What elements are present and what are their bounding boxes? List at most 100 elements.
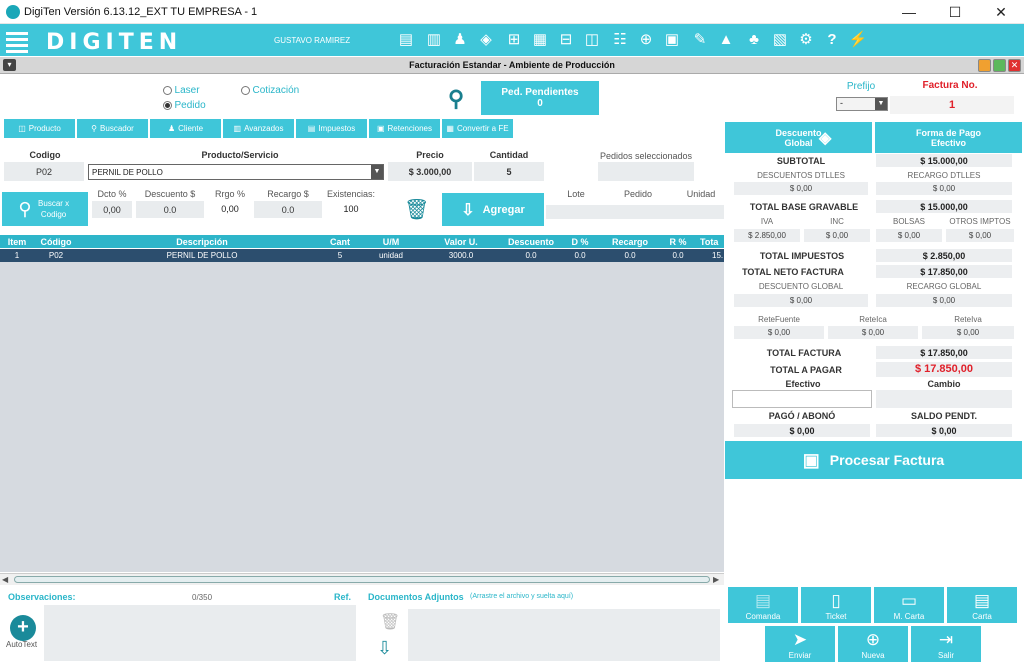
impuestos-button[interactable]: ▤ Impuestos bbox=[296, 119, 367, 138]
retenciones-button[interactable]: ▣ Retenciones bbox=[369, 119, 440, 138]
radio-pedido[interactable]: Pedido bbox=[163, 100, 206, 111]
enviar-button[interactable]: ➤ Enviar bbox=[765, 626, 835, 662]
cell-recargo: 0.0 bbox=[624, 251, 636, 260]
producto-value: PERNIL DE POLLO bbox=[92, 168, 163, 177]
comanda-label: Comanda bbox=[745, 612, 781, 621]
radio-laser[interactable]: Laser bbox=[163, 85, 200, 96]
minimize-button[interactable]: — bbox=[886, 0, 932, 24]
box-icon[interactable]: ◫ bbox=[582, 30, 602, 50]
cantidad-input[interactable]: 5 bbox=[474, 162, 544, 181]
procesar-factura-button[interactable]: ▣ Procesar Factura bbox=[725, 441, 1022, 479]
subtotal-value: $ 15.000,00 bbox=[876, 154, 1012, 167]
factura-label: Factura No. bbox=[922, 80, 978, 91]
avanzados-button[interactable]: ▥ Avanzados bbox=[223, 119, 294, 138]
comanda-button[interactable]: ▤ Comanda bbox=[728, 587, 798, 623]
add-document-icon[interactable]: ⊕ bbox=[636, 30, 656, 50]
cash-register-icon[interactable]: ▤ bbox=[396, 30, 416, 50]
trash-icon[interactable]: 🗑 bbox=[404, 197, 429, 221]
scrollbar-thumb[interactable] bbox=[14, 576, 710, 583]
descuento-input[interactable]: 0.0 bbox=[136, 201, 204, 218]
col-codigo: Código bbox=[40, 237, 72, 247]
trash-icon[interactable]: 🗑 bbox=[380, 612, 400, 632]
form-close-button[interactable]: ✕ bbox=[1008, 59, 1021, 72]
reteica-value: $ 0,00 bbox=[828, 326, 918, 339]
cliente-button[interactable]: ♟ Cliente bbox=[150, 119, 221, 138]
exit-icon: ⇥ bbox=[938, 630, 954, 649]
tag-percent-icon: ◈ bbox=[819, 130, 832, 147]
neto-factura-value: $ 17.850,00 bbox=[876, 265, 1012, 278]
buscar-codigo-label: Buscar x Codigo bbox=[38, 199, 70, 219]
scroll-right-icon[interactable]: ▶ bbox=[713, 575, 719, 584]
search-icon[interactable]: ⚲ bbox=[436, 85, 476, 113]
documentos-label: Documentos Adjuntos bbox=[368, 592, 464, 602]
tag-icon[interactable]: ◈ bbox=[476, 30, 496, 50]
ticket-button[interactable]: ▯ Ticket bbox=[801, 587, 871, 623]
chart-icon[interactable]: ▲ bbox=[716, 30, 736, 50]
efectivo-input[interactable] bbox=[732, 390, 872, 408]
col-total: Tota bbox=[700, 237, 719, 247]
recargo-input[interactable]: 0.0 bbox=[254, 201, 322, 218]
product-icon[interactable]: ▥ bbox=[424, 30, 444, 50]
dcto-input[interactable]: 0,00 bbox=[92, 201, 132, 218]
maximize-button[interactable]: ☐ bbox=[932, 0, 978, 24]
producto-select[interactable]: PERNIL DE POLLO ▼ bbox=[88, 164, 384, 180]
buscar-codigo-button[interactable]: ⚲ Buscar x Codigo bbox=[2, 192, 88, 226]
producto-button[interactable]: ◫ Producto bbox=[4, 119, 75, 138]
carta-button[interactable]: ▤ Carta bbox=[947, 587, 1017, 623]
nueva-button[interactable]: ⊕ Nueva bbox=[838, 626, 908, 662]
reteica-label: ReteIca bbox=[859, 315, 887, 324]
hamburger-menu-icon[interactable] bbox=[6, 29, 28, 53]
col-valor-u: Valor U. bbox=[444, 237, 478, 247]
agregar-button[interactable]: ⇩ Agregar bbox=[442, 193, 544, 226]
avanzados-label: Avanzados bbox=[244, 124, 284, 133]
tools-icon[interactable]: ✎ bbox=[690, 30, 710, 50]
media-carta-label: M. Carta bbox=[893, 612, 925, 621]
precio-input[interactable]: $ 3.000,00 bbox=[388, 162, 472, 181]
scroll-left-icon[interactable]: ◀ bbox=[2, 575, 8, 584]
media-carta-button[interactable]: ▭ M. Carta bbox=[874, 587, 944, 623]
horizontal-scrollbar[interactable]: ◀ ▶ bbox=[0, 573, 724, 585]
invoice-add-icon[interactable]: ▣ bbox=[662, 30, 682, 50]
descuento-global-button[interactable]: Descuento Global ◈ bbox=[725, 122, 872, 153]
cart-list-icon[interactable]: ⊟ bbox=[556, 30, 576, 50]
radio-laser-indicator[interactable] bbox=[163, 86, 172, 96]
pedidos-pendientes-button[interactable]: Ped. Pendientes 0 bbox=[481, 81, 599, 115]
checklist-icon[interactable]: ☷ bbox=[610, 30, 630, 50]
cart-icon[interactable]: ⊞ bbox=[504, 30, 524, 50]
users-money-icon[interactable]: ♣ bbox=[744, 30, 764, 50]
table-row[interactable]: 1 P02 PERNIL DE POLLO 5 unidad 3000.0 0.… bbox=[0, 249, 724, 262]
documentos-dropzone[interactable] bbox=[408, 609, 720, 661]
observaciones-textarea[interactable] bbox=[44, 605, 356, 661]
forma-pago-label: Forma de Pago Efectivo bbox=[915, 127, 981, 148]
codigo-input[interactable]: P02 bbox=[4, 162, 84, 181]
gear-icon[interactable]: ⚙ bbox=[796, 30, 816, 50]
client-icon[interactable]: ♟ bbox=[450, 30, 470, 50]
radio-pedido-indicator[interactable] bbox=[163, 101, 172, 111]
plugin-icon[interactable]: ⚡ bbox=[848, 30, 868, 50]
cantidad-label: Cantidad bbox=[489, 150, 529, 160]
prefijo-select[interactable]: - ▼ bbox=[836, 97, 888, 111]
help-icon[interactable]: ? bbox=[822, 30, 842, 50]
recargo-label: Recargo $ bbox=[267, 189, 309, 199]
app-header: DIGITEN GUSTAVO RAMIREZ ▤ ▥ ♟ ◈ ⊞ ▦ ⊟ ◫ … bbox=[0, 24, 1024, 56]
download-icon[interactable]: ⇩ bbox=[377, 638, 392, 659]
chevron-down-icon[interactable]: ▼ bbox=[371, 165, 383, 179]
client-search-field[interactable] bbox=[340, 82, 430, 116]
close-button[interactable]: ✕ bbox=[978, 0, 1024, 24]
form-restore-button[interactable] bbox=[993, 59, 1006, 72]
chevron-down-icon[interactable]: ▼ bbox=[875, 98, 887, 110]
precio-label: Precio bbox=[416, 150, 444, 160]
radio-cotizacion-indicator[interactable] bbox=[241, 86, 250, 96]
reports-icon[interactable]: ▧ bbox=[770, 30, 790, 50]
forma-pago-button[interactable]: Forma de Pago Efectivo bbox=[875, 122, 1022, 153]
convertir-fe-button[interactable]: ▦ Convertir a FE bbox=[442, 119, 513, 138]
rrgo-input[interactable]: 0,00 bbox=[208, 201, 252, 218]
salir-label: Salir bbox=[937, 651, 954, 660]
salir-button[interactable]: ⇥ Salir bbox=[911, 626, 981, 662]
add-autotext-icon[interactable]: + bbox=[10, 615, 36, 641]
document-icon[interactable]: ▦ bbox=[530, 30, 550, 50]
neto-factura-label: TOTAL NETO FACTURA bbox=[742, 267, 844, 277]
form-minimize-button[interactable] bbox=[978, 59, 991, 72]
buscador-button[interactable]: ⚲ Buscador bbox=[77, 119, 148, 138]
radio-cotizacion[interactable]: Cotización bbox=[241, 85, 299, 96]
